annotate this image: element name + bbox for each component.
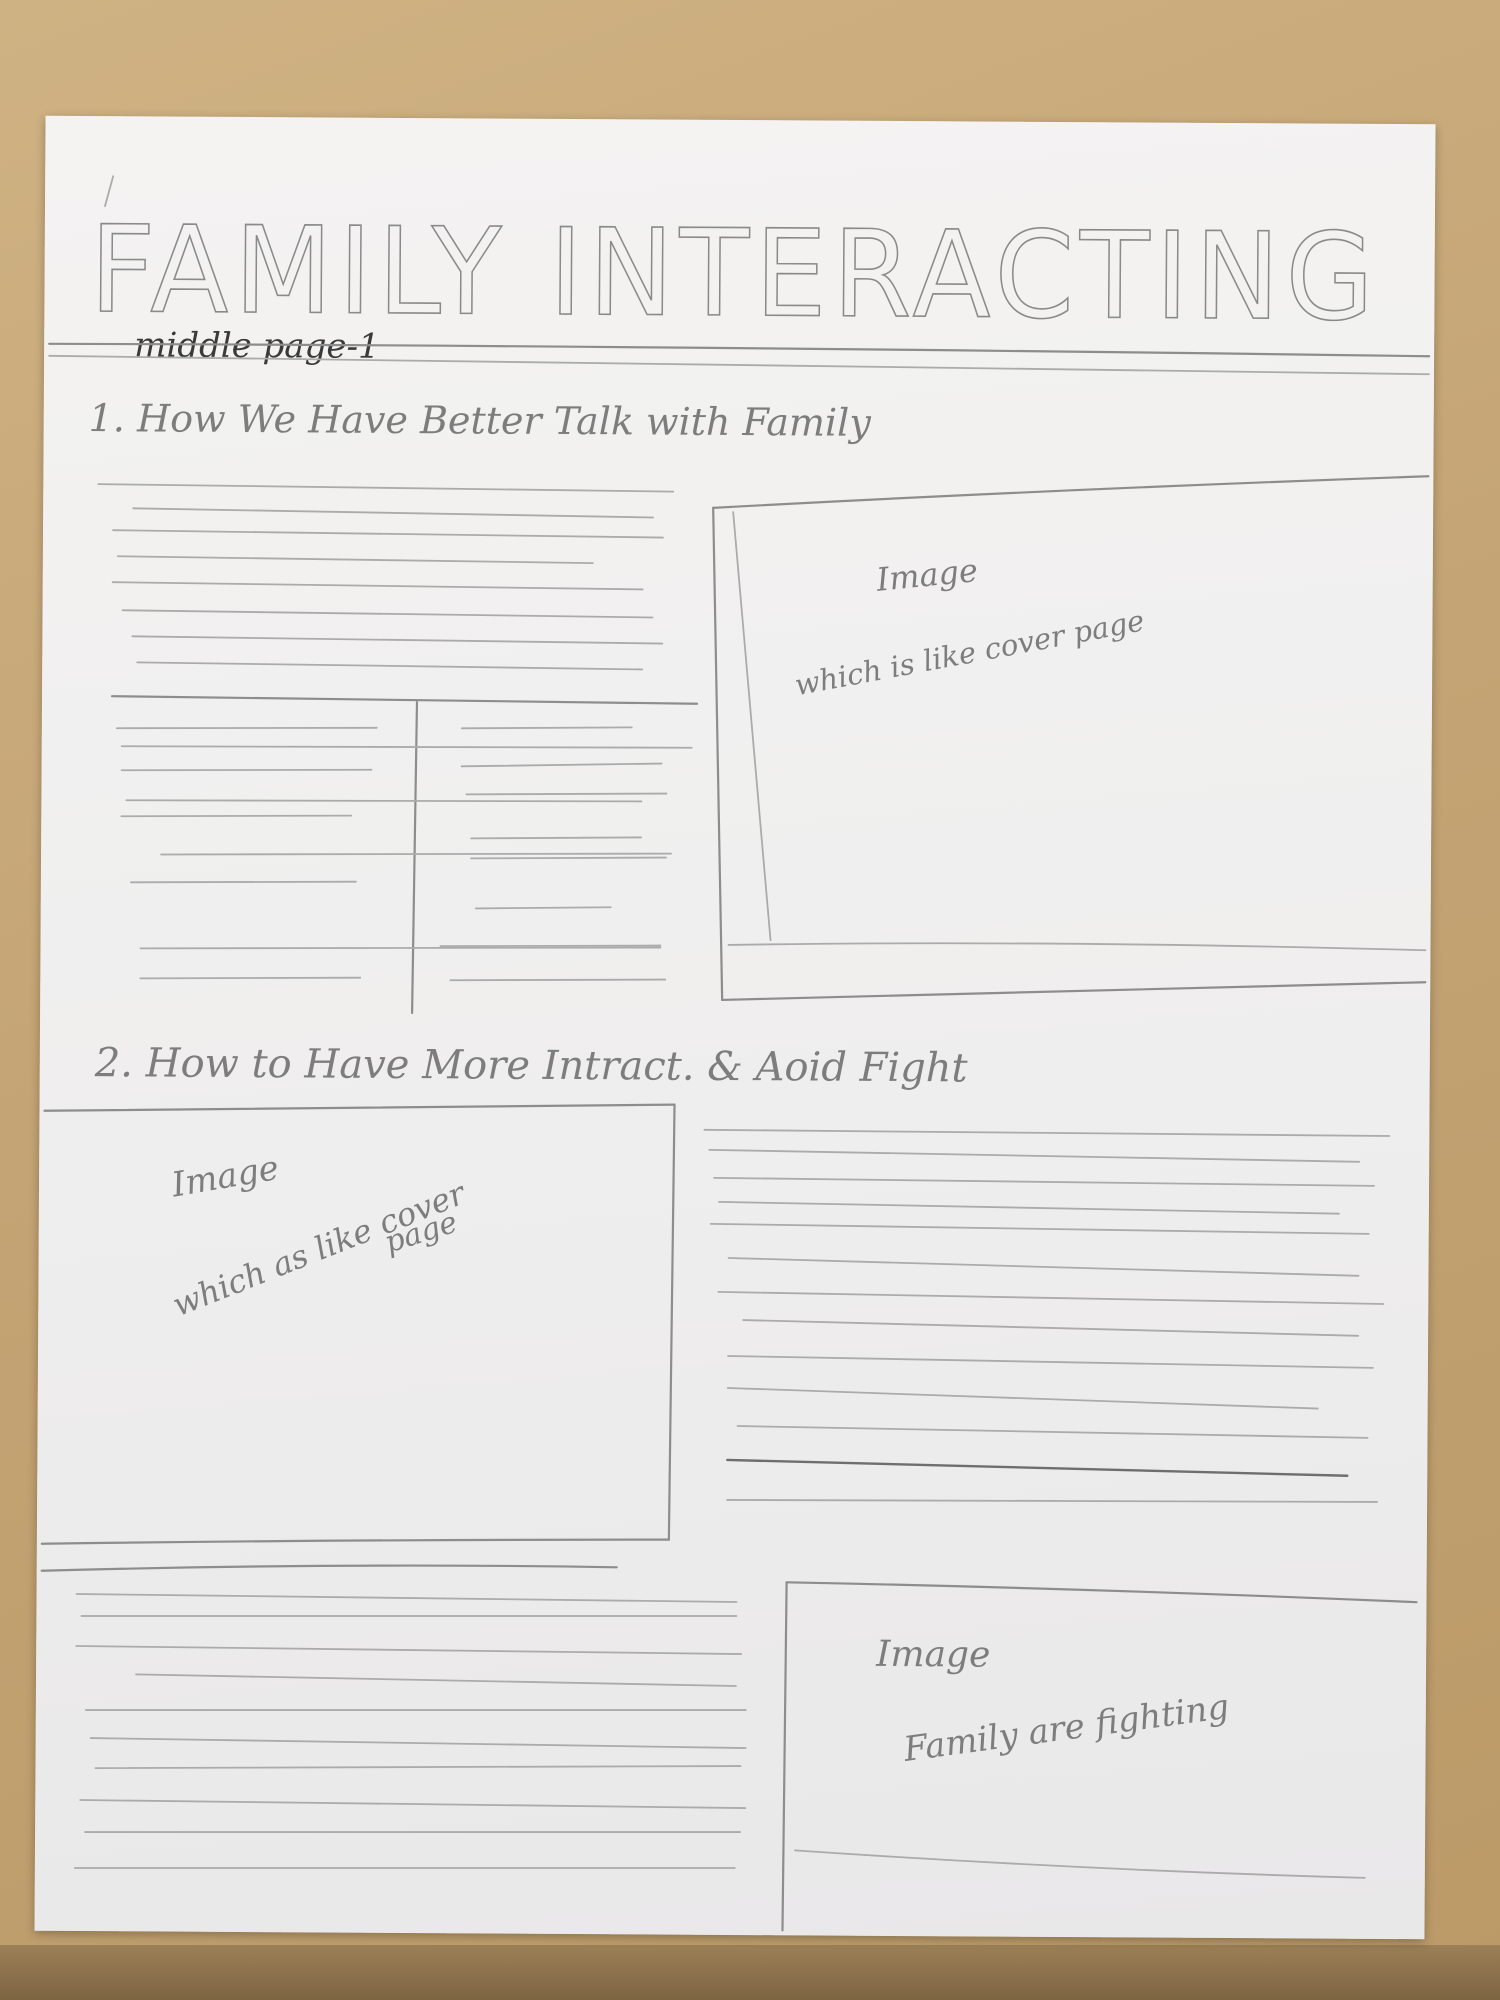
section1-image-frame [712,475,1430,1002]
section3-image-caption: Family are fighting [900,1687,1231,1770]
section1-heading: 1. How We Have Better Talk with Family [89,396,872,445]
page-layout-sketch: FAMILY INTERACTING middle page-1 1. How … [40,175,1431,1932]
section3-image-label: Image [875,1634,990,1676]
section1-block-divider [110,695,699,705]
section1-column-divider [410,700,419,1015]
section1-text-block [97,483,675,671]
sketch-paper: FAMILY INTERACTING middle page-1 1. How … [34,115,1436,1940]
section2-text-block [703,1128,1391,1503]
section2-image-frame [40,1103,676,1545]
section1-image-caption: which is like cover page [792,603,1147,702]
section3-text-block [40,1564,747,1869]
section2-image-label: Image [168,1148,282,1206]
section1-image-label: Image [874,551,980,599]
desk-edge [0,1945,1500,2000]
section2-heading: 2. How to Have More Intract. & Aoid Figh… [94,1040,969,1091]
